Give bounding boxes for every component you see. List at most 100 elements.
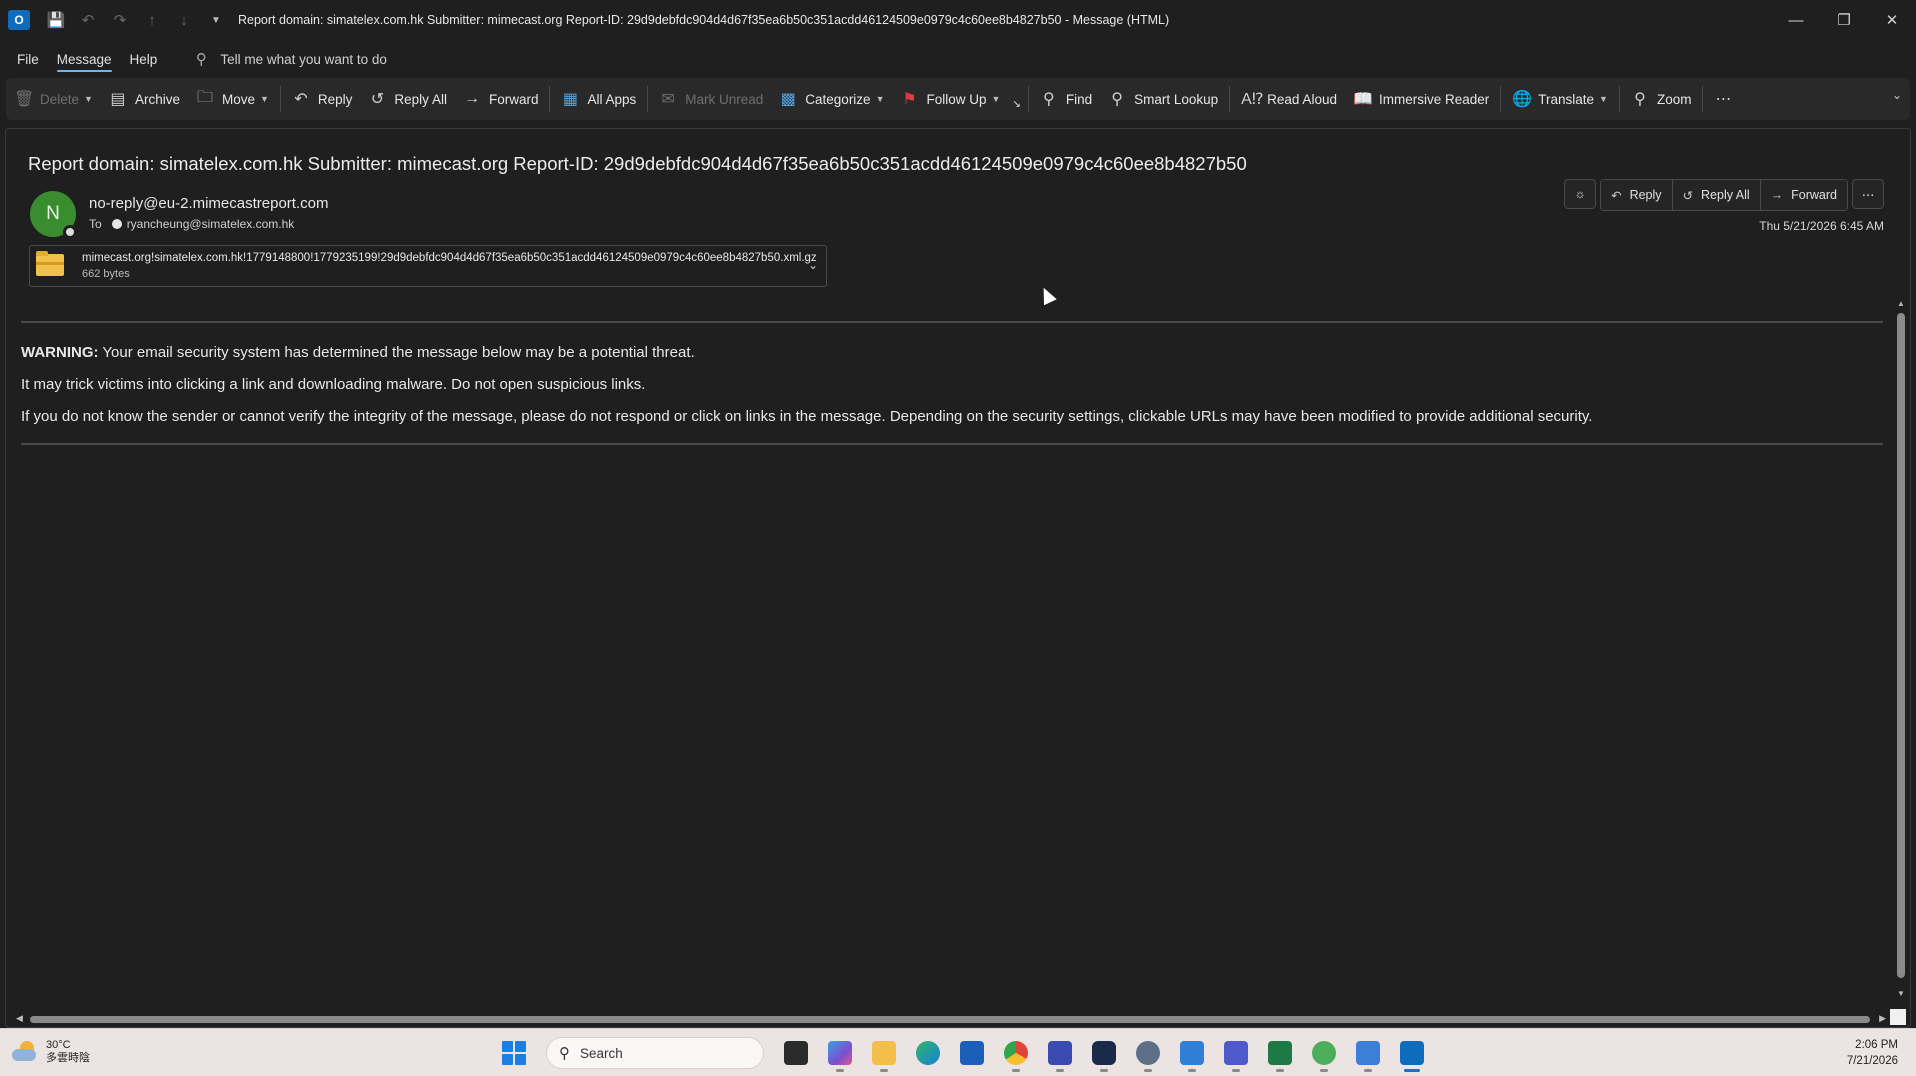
save-icon[interactable]: 💾: [44, 9, 68, 31]
next-item-icon[interactable]: ↓: [172, 9, 196, 31]
inline-forward-label: Forward: [1791, 188, 1837, 202]
translate-label: Translate: [1538, 91, 1595, 107]
ribbon-separator: [1027, 86, 1029, 112]
delete-label: Delete: [40, 91, 80, 107]
smart-lookup-button[interactable]: ⚲ Smart Lookup: [1100, 83, 1226, 115]
scroll-up-icon[interactable]: ▲: [1896, 299, 1906, 308]
reply-all-button[interactable]: ↺ Reply All: [360, 83, 455, 115]
recipient-address[interactable]: ryancheung@simatelex.com.hk: [127, 217, 295, 231]
undo-icon[interactable]: ↶: [76, 9, 100, 31]
taskbar-app-remote[interactable]: [1086, 1033, 1122, 1073]
horizontal-scrollbar[interactable]: ◀ ▶: [16, 1013, 1886, 1025]
redo-icon[interactable]: ↷: [108, 9, 132, 31]
vertical-scrollbar[interactable]: ▲ ▼: [1896, 299, 1906, 999]
archive-button[interactable]: ▤ Archive: [101, 83, 188, 115]
immersive-reader-label: Immersive Reader: [1378, 91, 1490, 107]
chevron-down-icon[interactable]: ▼: [1599, 94, 1608, 104]
running-indicator: [1404, 1069, 1420, 1072]
tab-file[interactable]: File: [8, 40, 48, 78]
sender-address[interactable]: no-reply@eu-2.mimecastreport.com: [89, 195, 328, 212]
window-controls: — ❐ ✕: [1772, 0, 1916, 40]
taskbar-app-settings[interactable]: [1130, 1033, 1166, 1073]
more-actions-button[interactable]: ⋯: [1852, 179, 1884, 209]
taskbar-app-teams[interactable]: [1218, 1033, 1254, 1073]
taskbar-app-file-explorer[interactable]: [866, 1033, 902, 1073]
tab-message[interactable]: Message: [48, 40, 121, 78]
smart-lookup-label: Smart Lookup: [1134, 91, 1219, 107]
scroll-down-icon[interactable]: ▼: [1896, 989, 1906, 998]
message-datetime: Thu 5/21/2026 6:45 AM: [1759, 219, 1884, 233]
delete-button[interactable]: 🗑 Delete ▼: [6, 83, 101, 115]
inline-reply-button[interactable]: ↶ Reply: [1601, 180, 1673, 210]
running-indicator: [1100, 1069, 1108, 1072]
translate-button[interactable]: 🌐 Translate ▼: [1504, 83, 1616, 115]
system-clock[interactable]: 2:06 PM 7/21/2026: [1847, 1037, 1898, 1069]
previous-item-icon[interactable]: ↑: [140, 9, 164, 31]
taskbar-app-edge[interactable]: [910, 1033, 946, 1073]
zoom-button[interactable]: ⚲ Zoom: [1623, 83, 1700, 115]
weather-widget[interactable]: 30°C 多雲時陰: [12, 1039, 90, 1065]
taskbar-app-m365[interactable]: [822, 1033, 858, 1073]
read-aloud-button[interactable]: A⁉ Read Aloud: [1233, 83, 1345, 115]
running-indicator: [1144, 1069, 1152, 1072]
zoom-label: Zoom: [1656, 91, 1692, 107]
minimize-icon[interactable]: —: [1772, 0, 1820, 40]
more-options-button[interactable]: ⋯: [1706, 83, 1748, 115]
outlook-app-icon[interactable]: O: [8, 10, 30, 30]
categorize-icon: ▩: [780, 91, 796, 108]
running-indicator: [1232, 1069, 1240, 1072]
chevron-down-icon[interactable]: ▼: [876, 94, 885, 104]
chevron-down-icon[interactable]: ▼: [260, 94, 269, 104]
forward-button[interactable]: → Forward: [455, 83, 547, 115]
immersive-reader-button[interactable]: 📖 Immersive Reader: [1345, 83, 1497, 115]
translate-icon: 🌐: [1512, 91, 1533, 108]
attachment-card[interactable]: mimecast.org!simatelex.com.hk!1779148800…: [29, 245, 827, 287]
follow-up-label: Follow Up: [926, 91, 987, 107]
restore-icon[interactable]: ❐: [1820, 0, 1868, 40]
categorize-button[interactable]: ▩ Categorize ▼: [771, 83, 892, 115]
ribbon-separator: [1702, 86, 1704, 112]
task-view-button[interactable]: [778, 1033, 814, 1073]
taskbar-app-snipping-tool[interactable]: [1350, 1033, 1386, 1073]
vertical-scroll-thumb[interactable]: [1897, 313, 1905, 978]
theme-toggle-button[interactable]: ☼: [1564, 179, 1597, 209]
windows-logo-icon: [502, 1041, 526, 1065]
tell-me-search[interactable]: ⚲ Tell me what you want to do: [190, 48, 387, 70]
forward-icon: →: [463, 90, 480, 107]
taskbar-search[interactable]: ⚲ Search: [546, 1037, 764, 1069]
taskbar-app-store[interactable]: [954, 1033, 990, 1073]
find-button[interactable]: ⚲ Find: [1032, 83, 1100, 115]
reply-button[interactable]: ↶ Reply: [284, 83, 361, 115]
inline-reply-all-label: Reply All: [1701, 188, 1750, 202]
inline-forward-button[interactable]: → Forward: [1760, 180, 1847, 210]
scrollbar-corner: [1890, 1009, 1906, 1025]
customize-toolbar-icon[interactable]: ▼: [204, 9, 228, 31]
taskbar-app-excel[interactable]: [1262, 1033, 1298, 1073]
tags-dialog-launcher[interactable]: ↘: [1008, 88, 1024, 120]
taskbar-app-chrome[interactable]: [998, 1033, 1034, 1073]
zip-folder-icon: [36, 251, 64, 276]
horizontal-scroll-thumb[interactable]: [30, 1016, 1870, 1023]
taskbar-app-notepad[interactable]: [1174, 1033, 1210, 1073]
chevron-down-icon[interactable]: ▼: [992, 94, 1001, 104]
inline-reply-all-button[interactable]: ↺ Reply All: [1672, 180, 1761, 210]
partly-cloudy-icon: [12, 1041, 38, 1063]
reply-icon: ↶: [1611, 188, 1622, 203]
mark-unread-button[interactable]: ✉ Mark Unread: [651, 83, 771, 115]
tab-help[interactable]: Help: [121, 40, 167, 78]
taskbar-app-teams-classic[interactable]: [1042, 1033, 1078, 1073]
message-actions: ☼ ↶ Reply ↺ Reply All → Forward ⋯: [1564, 179, 1884, 211]
scroll-left-icon[interactable]: ◀: [16, 1013, 23, 1024]
attachment-name: mimecast.org!simatelex.com.hk!1779148800…: [82, 252, 817, 264]
scroll-right-icon[interactable]: ▶: [1879, 1013, 1886, 1024]
close-icon[interactable]: ✕: [1868, 0, 1916, 40]
all-apps-button[interactable]: ▦ All Apps: [553, 83, 644, 115]
taskbar-app-outlook[interactable]: [1394, 1033, 1430, 1073]
move-button[interactable]: 🗀 Move ▼: [188, 83, 277, 115]
chevron-down-icon[interactable]: ⌄: [808, 258, 818, 272]
start-button[interactable]: [496, 1033, 532, 1073]
ribbon-collapse-icon[interactable]: ⌄: [1892, 88, 1902, 102]
chevron-down-icon[interactable]: ▼: [84, 94, 93, 104]
follow-up-button[interactable]: ⚑ Follow Up ▼: [893, 83, 1009, 115]
taskbar-app-feedback[interactable]: [1306, 1033, 1342, 1073]
